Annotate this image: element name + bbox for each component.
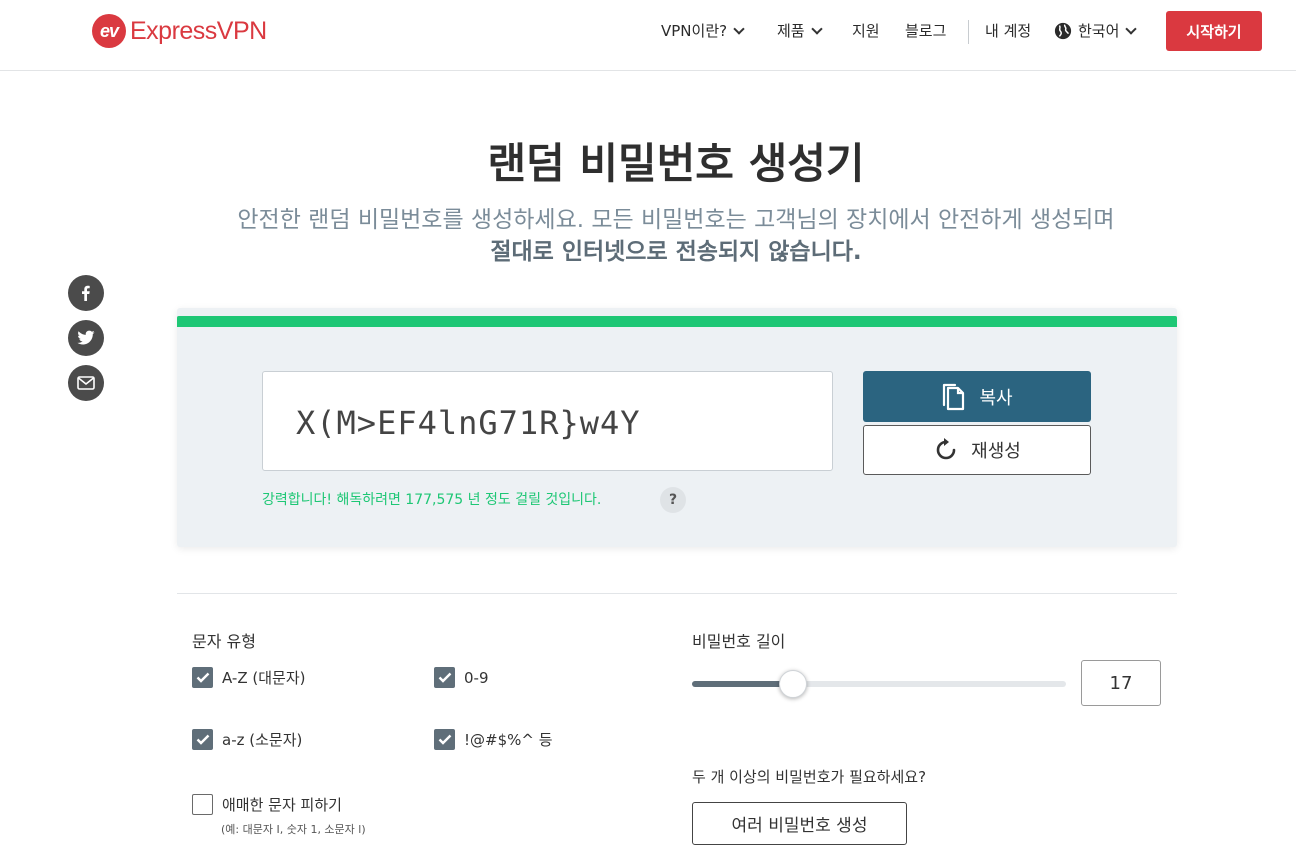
regenerate-button-label: 재생성 xyxy=(971,441,1021,462)
char-types-label: 문자 유형 xyxy=(192,632,256,651)
digits-label: 0-9 xyxy=(464,668,489,687)
checkmark-icon xyxy=(196,672,209,683)
globe-icon xyxy=(1054,22,1072,39)
avoid-ambiguous-option[interactable]: 애매한 문자 피하기 xyxy=(192,794,342,815)
nav-my-account-label: 내 계정 xyxy=(985,22,1032,40)
digits-option[interactable]: 0-9 xyxy=(434,667,489,688)
copy-icon xyxy=(943,383,965,410)
uppercase-option[interactable]: A-Z (대문자) xyxy=(192,667,306,688)
chevron-down-icon xyxy=(733,22,745,35)
facebook-share-button[interactable] xyxy=(68,275,104,311)
twitter-icon xyxy=(77,330,95,345)
avoid-ambiguous-note: (예: 대문자 I, 숫자 1, 소문자 l) xyxy=(221,823,366,836)
regenerate-button[interactable]: 재생성 xyxy=(863,425,1091,475)
nav-what-is-vpn-label: VPN이란? xyxy=(661,22,728,40)
uppercase-checkbox[interactable] xyxy=(192,667,213,688)
checkmark-icon xyxy=(438,672,451,683)
site-header: ev ExpressVPN VPN이란? 제품 지원 블로그 내 계정 한국어 … xyxy=(0,0,1296,71)
checkmark-icon xyxy=(438,734,451,745)
nav-my-account[interactable]: 내 계정 xyxy=(985,20,1031,41)
email-share-button[interactable] xyxy=(68,365,104,401)
page-title: 랜덤 비밀번호 생성기 xyxy=(487,139,865,188)
page-subtitle: 안전한 랜덤 비밀번호를 생성하세요. 모든 비밀번호는 고객님의 장치에서 안… xyxy=(0,204,1296,268)
section-divider xyxy=(177,593,1177,594)
length-label: 비밀번호 길이 xyxy=(692,632,786,651)
nav-support-label: 지원 xyxy=(852,22,880,40)
help-icon[interactable]: ? xyxy=(660,487,686,513)
subtitle-line-2: 절대로 인터넷으로 전송되지 않습니다. xyxy=(490,239,862,265)
nav-divider xyxy=(968,20,969,44)
copy-button-label: 복사 xyxy=(979,387,1013,409)
logo-mark-icon: ev xyxy=(92,14,126,48)
subtitle-line-1: 안전한 랜덤 비밀번호를 생성하세요. 모든 비밀번호는 고객님의 장치에서 안… xyxy=(237,207,1115,233)
copy-button[interactable]: 복사 xyxy=(863,371,1091,422)
nav-support[interactable]: 지원 xyxy=(852,20,880,41)
nav-products[interactable]: 제품 xyxy=(777,20,823,41)
length-slider-thumb[interactable] xyxy=(778,670,807,698)
length-input[interactable] xyxy=(1081,660,1161,706)
lowercase-checkbox[interactable] xyxy=(192,729,213,750)
refresh-icon xyxy=(936,438,956,460)
password-generator-card: X(M>EF4lnG71R}w4Y 복사 재생성 강력합니다! 해독하려면 17… xyxy=(177,308,1177,547)
length-slider-fill xyxy=(692,681,793,687)
uppercase-label: A-Z (대문자) xyxy=(222,669,306,687)
symbols-checkbox[interactable] xyxy=(434,729,455,750)
avoid-ambiguous-label: 애매한 문자 피하기 xyxy=(222,796,342,814)
avoid-ambiguous-checkbox[interactable] xyxy=(192,794,213,815)
strength-meter xyxy=(177,316,1177,327)
expressvpn-logo[interactable]: ev ExpressVPN xyxy=(92,14,267,48)
password-text[interactable]: X(M>EF4lnG71R}w4Y xyxy=(296,404,641,442)
nav-blog[interactable]: 블로그 xyxy=(905,20,946,41)
checkmark-icon xyxy=(196,734,209,745)
logo-text: ExpressVPN xyxy=(130,16,267,45)
facebook-icon xyxy=(82,285,90,301)
lowercase-label: a-z (소문자) xyxy=(222,731,303,749)
chevron-down-icon xyxy=(1125,22,1138,35)
symbols-option[interactable]: !@#$%^ 등 xyxy=(434,729,553,750)
nav-products-label: 제품 xyxy=(777,22,805,40)
multiple-question: 두 개 이상의 비밀번호가 필요하세요? xyxy=(692,768,927,786)
email-icon xyxy=(77,376,95,390)
nav-language-label: 한국어 xyxy=(1078,22,1120,40)
get-started-button[interactable]: 시작하기 xyxy=(1166,11,1262,51)
twitter-share-button[interactable] xyxy=(68,320,104,356)
generate-multiple-button[interactable]: 여러 비밀번호 생성 xyxy=(692,802,907,845)
chevron-down-icon xyxy=(810,22,823,35)
strength-meter-fill xyxy=(177,316,1177,327)
nav-blog-label: 블로그 xyxy=(905,22,947,40)
symbols-label: !@#$%^ 등 xyxy=(464,731,553,749)
digits-checkbox[interactable] xyxy=(434,667,455,688)
logo-mark-text: ev xyxy=(99,21,119,41)
nav-what-is-vpn[interactable]: VPN이란? xyxy=(661,20,745,41)
nav-language[interactable]: 한국어 xyxy=(1054,20,1138,41)
lowercase-option[interactable]: a-z (소문자) xyxy=(192,729,302,750)
strength-message: 강력합니다! 해독하려면 177,575 년 정도 걸릴 것입니다. xyxy=(262,492,602,508)
length-slider[interactable] xyxy=(692,670,1066,698)
password-display[interactable]: X(M>EF4lnG71R}w4Y xyxy=(262,371,833,471)
